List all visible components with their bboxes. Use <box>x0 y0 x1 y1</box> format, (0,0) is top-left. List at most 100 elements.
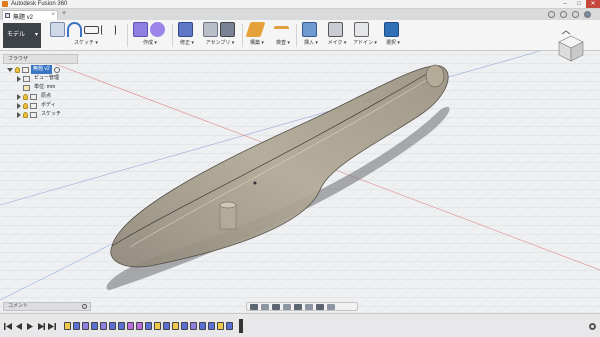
tree-item-origin[interactable]: 原点 <box>17 92 53 101</box>
pan-icon[interactable] <box>272 303 280 310</box>
workspace-switcher[interactable]: モデル ▾ <box>3 23 41 48</box>
zoom-icon[interactable] <box>283 303 291 310</box>
line-icon[interactable] <box>101 25 116 35</box>
timeline-settings-icon[interactable] <box>589 323 596 330</box>
viewcube[interactable] <box>556 30 586 64</box>
folder-icon <box>30 102 37 109</box>
timeline-feature[interactable] <box>64 322 71 330</box>
visibility-bulb-icon[interactable] <box>15 66 20 73</box>
comments-panel[interactable]: コメント <box>3 302 91 311</box>
units-icon <box>23 84 30 91</box>
plane-icon[interactable] <box>245 22 266 37</box>
measure-icon[interactable] <box>274 26 289 35</box>
browser-header[interactable]: ブラウザ <box>3 54 78 64</box>
tree-item-view-management[interactable]: ビュー管理 <box>17 74 61 83</box>
timeline-feature[interactable] <box>82 322 89 330</box>
activate-icon[interactable] <box>53 66 60 73</box>
close-window-button[interactable]: ✕ <box>586 0 600 8</box>
create-group[interactable]: 作成 ▾ <box>131 22 169 49</box>
cylinder-cap <box>219 201 237 209</box>
3d-viewport[interactable] <box>0 51 600 312</box>
visibility-bulb-icon[interactable] <box>23 102 28 109</box>
press-pull-icon[interactable] <box>178 22 193 37</box>
rectangle-icon[interactable] <box>84 26 99 34</box>
timeline-feature[interactable] <box>163 322 170 330</box>
joint-icon[interactable] <box>203 22 218 37</box>
timeline-feature[interactable] <box>208 322 215 330</box>
timeline-feature[interactable] <box>91 322 98 330</box>
expand-icon[interactable] <box>17 111 21 118</box>
visibility-bulb-icon[interactable] <box>23 93 28 100</box>
sphere-icon[interactable] <box>150 22 165 37</box>
component-icon[interactable] <box>220 22 235 37</box>
step-forward-icon[interactable] <box>37 323 45 330</box>
go-to-start-icon[interactable] <box>4 323 12 330</box>
play-icon[interactable] <box>26 323 34 330</box>
sketch-group[interactable]: スケッチ ▾ <box>48 22 124 49</box>
construct-group[interactable]: 構築 ▾ <box>245 22 268 49</box>
inner-cylinder <box>219 204 237 230</box>
notifications-icon[interactable] <box>560 11 567 18</box>
fit-icon[interactable] <box>294 303 302 310</box>
timeline-feature[interactable] <box>172 322 179 330</box>
step-back-icon[interactable] <box>15 323 23 330</box>
expand-icon[interactable] <box>17 75 21 82</box>
box-icon[interactable] <box>133 22 148 37</box>
addins-group[interactable]: アドイン ▾ <box>352 22 378 49</box>
timeline-feature[interactable] <box>118 322 125 330</box>
browser-root-node[interactable]: 無題 v2 <box>7 65 60 74</box>
timeline-feature[interactable] <box>226 322 233 330</box>
edit-sketch-icon[interactable] <box>50 22 65 37</box>
display-settings-icon[interactable] <box>305 303 313 310</box>
timeline-feature[interactable] <box>136 322 143 330</box>
timeline-feature[interactable] <box>145 322 152 330</box>
timeline-marker[interactable] <box>239 319 243 333</box>
tree-item-bodies[interactable]: ボディ <box>17 101 58 110</box>
new-tab-button[interactable]: + <box>62 10 66 17</box>
timeline-feature[interactable] <box>199 322 206 330</box>
browser-panel: ブラウザ 無題 v2 ビュー管理 単位: mm 原点 ボディ スケッチ <box>3 54 78 126</box>
tree-item-sketches[interactable]: スケッチ <box>17 110 63 119</box>
expand-icon[interactable] <box>17 102 21 109</box>
select-group[interactable]: 選択 ▾ <box>382 22 404 49</box>
window-title: Autodesk Fusion 360 <box>11 1 68 7</box>
select-group-label: 選択 ▾ <box>386 40 400 46</box>
insert-group[interactable]: 挿入 ▾ <box>300 22 322 49</box>
timeline-feature[interactable] <box>181 322 188 330</box>
scripts-icon[interactable] <box>354 22 369 37</box>
inspect-group[interactable]: 検査 ▾ <box>272 22 294 49</box>
document-tab[interactable]: 無題 v2 × <box>2 10 58 21</box>
addins-group-label: アドイン ▾ <box>353 40 377 46</box>
add-comment-icon[interactable] <box>82 304 87 309</box>
expand-icon[interactable] <box>17 93 21 100</box>
maximize-button[interactable]: □ <box>572 0 586 8</box>
timeline-feature[interactable] <box>100 322 107 330</box>
orbit-icon[interactable] <box>250 303 258 310</box>
tree-item-units[interactable]: 単位: mm <box>23 83 57 92</box>
viewports-icon[interactable] <box>327 303 335 310</box>
timeline-feature[interactable] <box>154 322 161 330</box>
grid-icon[interactable] <box>316 303 324 310</box>
timeline-feature[interactable] <box>190 322 197 330</box>
close-tab-button[interactable]: × <box>51 12 55 18</box>
visibility-bulb-icon[interactable] <box>23 111 28 118</box>
timeline-feature[interactable] <box>73 322 80 330</box>
timeline-feature[interactable] <box>127 322 134 330</box>
help-icon[interactable] <box>572 11 579 18</box>
select-icon[interactable] <box>384 22 399 37</box>
collapse-icon[interactable] <box>7 67 13 72</box>
make-group[interactable]: メイク ▾ <box>326 22 348 49</box>
job-status-icon[interactable] <box>548 11 555 18</box>
modify-group[interactable]: 修正 ▾ <box>176 22 198 49</box>
look-at-icon[interactable] <box>261 303 269 310</box>
user-avatar[interactable] <box>584 11 591 18</box>
arc-icon[interactable] <box>67 22 82 37</box>
minimize-button[interactable]: – <box>558 0 572 8</box>
insert-image-icon[interactable] <box>302 22 317 37</box>
timeline-bar <box>0 313 600 337</box>
timeline-feature[interactable] <box>217 322 224 330</box>
timeline-feature[interactable] <box>109 322 116 330</box>
3d-print-icon[interactable] <box>328 22 343 37</box>
go-to-end-icon[interactable] <box>48 323 56 330</box>
assemble-group[interactable]: アセンブリ ▾ <box>201 22 239 49</box>
